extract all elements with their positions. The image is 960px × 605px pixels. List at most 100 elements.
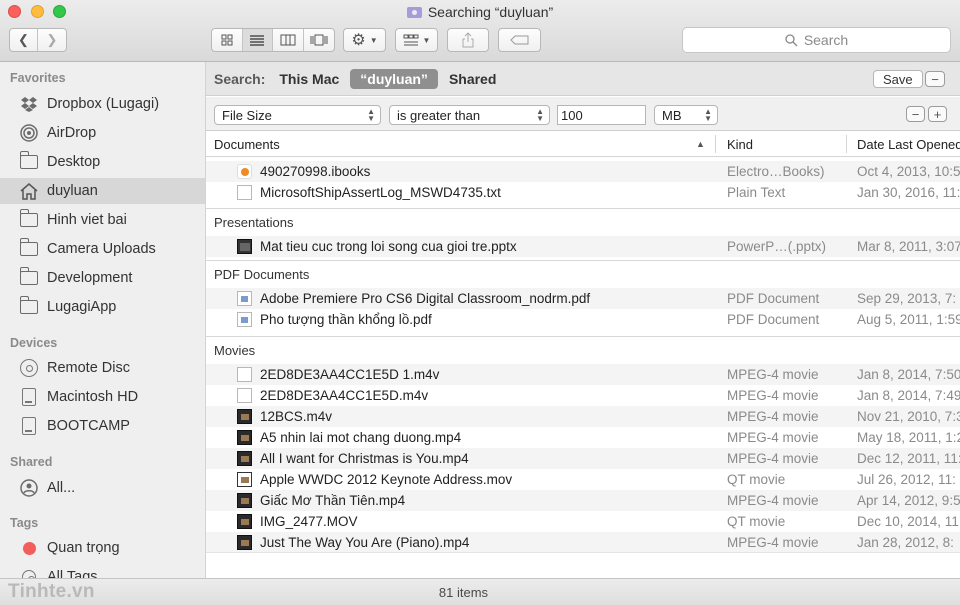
unit-popup[interactable]: MB ▲ ▼ bbox=[654, 105, 718, 125]
group-header-movies: Movies bbox=[206, 336, 960, 363]
share-icon bbox=[462, 32, 474, 48]
list-view-button[interactable] bbox=[242, 29, 273, 51]
sidebar: Favorites Dropbox (Lugagi) AirDrop Deskt… bbox=[0, 62, 206, 578]
file-kind: PDF Document bbox=[727, 312, 820, 327]
sidebar-item-macintosh-hd[interactable]: Macintosh HD bbox=[0, 384, 205, 410]
column-header-name[interactable]: Documents bbox=[214, 137, 280, 152]
attribute-popup[interactable]: File Size ▲ ▼ bbox=[214, 105, 381, 125]
list-item[interactable]: Apple WWDC 2012 Keynote Address.mov QT m… bbox=[206, 469, 960, 490]
list-item[interactable]: 2ED8DE3AA4CC1E5D.m4v MPEG-4 movie Jan 8,… bbox=[206, 385, 960, 406]
list-item[interactable]: Mat tieu cuc trong loi song cua gioi tre… bbox=[206, 236, 960, 257]
status-bar: Tinhte.vn 81 items bbox=[0, 578, 960, 605]
cover-flow-view-button[interactable] bbox=[304, 29, 334, 51]
list-item[interactable]: Pho tượng thần khổng lồ.pdf PDF Document… bbox=[206, 309, 960, 330]
share-button[interactable] bbox=[447, 28, 489, 52]
horizontal-scroll-area[interactable] bbox=[206, 552, 960, 578]
attribute-value: File Size bbox=[222, 107, 272, 123]
sidebar-item-remote-disc[interactable]: Remote Disc bbox=[0, 355, 205, 381]
search-placeholder: Search bbox=[803, 32, 849, 48]
size-value-field[interactable]: 100 bbox=[557, 105, 646, 125]
file-name: Adobe Premiere Pro CS6 Digital Classroom… bbox=[260, 291, 591, 306]
action-menu-button[interactable]: ⚙ ▼ bbox=[343, 28, 386, 52]
list-item[interactable]: Giấc Mơ Thần Tiên.mp4 MPEG-4 movie Apr 1… bbox=[206, 490, 960, 511]
arrange-icon bbox=[403, 34, 419, 46]
remove-criteria-button[interactable]: − bbox=[906, 106, 925, 122]
text-file-icon bbox=[237, 185, 252, 200]
add-criteria-button[interactable]: + bbox=[928, 106, 947, 122]
group-header-pdf: PDF Documents bbox=[206, 260, 960, 287]
search-field[interactable]: Search bbox=[682, 27, 951, 53]
list-item[interactable]: 490270998.ibooks Electro…Books) Oct 4, 2… bbox=[206, 161, 960, 182]
sidebar-item-label: Desktop bbox=[47, 154, 101, 170]
file-date: Dec 12, 2011, 11: bbox=[857, 451, 960, 466]
list-item[interactable]: A5 nhin lai mot chang duong.mp4 MPEG-4 m… bbox=[206, 427, 960, 448]
sidebar-item-bootcamp[interactable]: BOOTCAMP bbox=[0, 413, 205, 439]
airdrop-icon bbox=[20, 124, 38, 142]
sidebar-item-hinh-viet-bai[interactable]: Hinh viet bai bbox=[0, 207, 205, 233]
sort-ascending-icon: ▲ bbox=[696, 139, 705, 149]
file-name: Pho tượng thần khổng lồ.pdf bbox=[260, 312, 432, 327]
sidebar-item-duyluan[interactable]: duyluan bbox=[0, 178, 205, 204]
all-tags-icon bbox=[20, 569, 38, 578]
file-date: Jan 30, 2016, 11: bbox=[857, 185, 960, 200]
network-icon bbox=[20, 479, 38, 497]
column-divider[interactable] bbox=[715, 135, 716, 153]
home-icon bbox=[20, 182, 38, 200]
file-kind: Plain Text bbox=[727, 185, 786, 200]
file-kind: MPEG-4 movie bbox=[727, 430, 819, 445]
sidebar-item-tag-quan-trong[interactable]: Quan trọng bbox=[0, 535, 205, 561]
list-item[interactable]: IMG_2477.MOV QT movie Dec 10, 2014, 11: bbox=[206, 511, 960, 532]
file-name: Apple WWDC 2012 Keynote Address.mov bbox=[260, 472, 513, 487]
sidebar-item-lugagiapp[interactable]: LugagiApp bbox=[0, 294, 205, 320]
sidebar-item-all-shared[interactable]: All... bbox=[0, 475, 205, 501]
column-view-button[interactable] bbox=[273, 29, 304, 51]
sidebar-item-development[interactable]: Development bbox=[0, 265, 205, 291]
title-bar: Searching “duyluan” ❮ ❯ ⚙ ▼ ▼ Search bbox=[0, 0, 960, 62]
sidebar-item-label: Quan trọng bbox=[47, 540, 120, 556]
list-item[interactable]: All I want for Christmas is You.mp4 MPEG… bbox=[206, 448, 960, 469]
file-date: Jan 8, 2014, 7:49 bbox=[857, 388, 960, 403]
sidebar-header-devices: Devices bbox=[10, 336, 58, 350]
video-thumbnail-icon bbox=[237, 430, 252, 445]
dropbox-icon bbox=[20, 96, 38, 112]
list-item[interactable]: 12BCS.m4v MPEG-4 movie Nov 21, 2010, 7:3 bbox=[206, 406, 960, 427]
unit-value: MB bbox=[662, 107, 682, 123]
sidebar-item-label: duyluan bbox=[47, 183, 98, 199]
icon-view-icon bbox=[221, 34, 233, 46]
sidebar-item-all-tags[interactable]: All Tags... bbox=[0, 564, 205, 578]
sidebar-item-airdrop[interactable]: AirDrop bbox=[0, 120, 205, 146]
list-item[interactable]: Adobe Premiere Pro CS6 Digital Classroom… bbox=[206, 288, 960, 309]
sidebar-item-desktop[interactable]: Desktop bbox=[0, 149, 205, 175]
list-item[interactable]: 2ED8DE3AA4CC1E5D 1.m4v MPEG-4 movie Jan … bbox=[206, 364, 960, 385]
file-name: MicrosoftShipAssertLog_MSWD4735.txt bbox=[260, 185, 501, 200]
forward-button[interactable]: ❯ bbox=[38, 29, 66, 51]
window-title-area: Searching “duyluan” bbox=[0, 4, 960, 20]
column-view-icon bbox=[280, 34, 296, 46]
remove-search-button[interactable]: − bbox=[925, 71, 945, 87]
column-header-kind[interactable]: Kind bbox=[727, 137, 753, 152]
scope-shared[interactable]: Shared bbox=[449, 71, 496, 87]
video-thumbnail-icon bbox=[237, 535, 252, 550]
sidebar-item-dropbox[interactable]: Dropbox (Lugagi) bbox=[0, 91, 205, 117]
arrange-menu-button[interactable]: ▼ bbox=[395, 28, 438, 52]
operator-value: is greater than bbox=[397, 107, 481, 123]
file-name: Just The Way You Are (Piano).mp4 bbox=[260, 535, 470, 550]
icon-view-button[interactable] bbox=[212, 29, 243, 51]
folder-icon bbox=[19, 267, 38, 286]
column-header-date[interactable]: Date Last Opened bbox=[857, 137, 960, 152]
sidebar-header-tags: Tags bbox=[10, 516, 39, 530]
list-item[interactable]: MicrosoftShipAssertLog_MSWD4735.txt Plai… bbox=[206, 182, 960, 203]
list-item[interactable]: Just The Way You Are (Piano).mp4 MPEG-4 … bbox=[206, 532, 960, 553]
sidebar-item-label: Dropbox (Lugagi) bbox=[47, 96, 160, 112]
scope-this-mac[interactable]: This Mac bbox=[279, 71, 339, 87]
sidebar-item-camera-uploads[interactable]: Camera Uploads bbox=[0, 236, 205, 262]
list-view-icon bbox=[250, 35, 265, 46]
operator-popup[interactable]: is greater than ▲ ▼ bbox=[389, 105, 550, 125]
file-date: Jul 26, 2012, 11: bbox=[857, 472, 956, 487]
tags-button[interactable] bbox=[498, 28, 541, 52]
back-button[interactable]: ❮ bbox=[10, 29, 38, 51]
scope-current-folder[interactable]: “duyluan” bbox=[350, 68, 438, 89]
column-divider[interactable] bbox=[846, 135, 847, 153]
chevron-down-icon: ▼ bbox=[369, 35, 378, 45]
save-search-button[interactable]: Save bbox=[873, 70, 923, 88]
